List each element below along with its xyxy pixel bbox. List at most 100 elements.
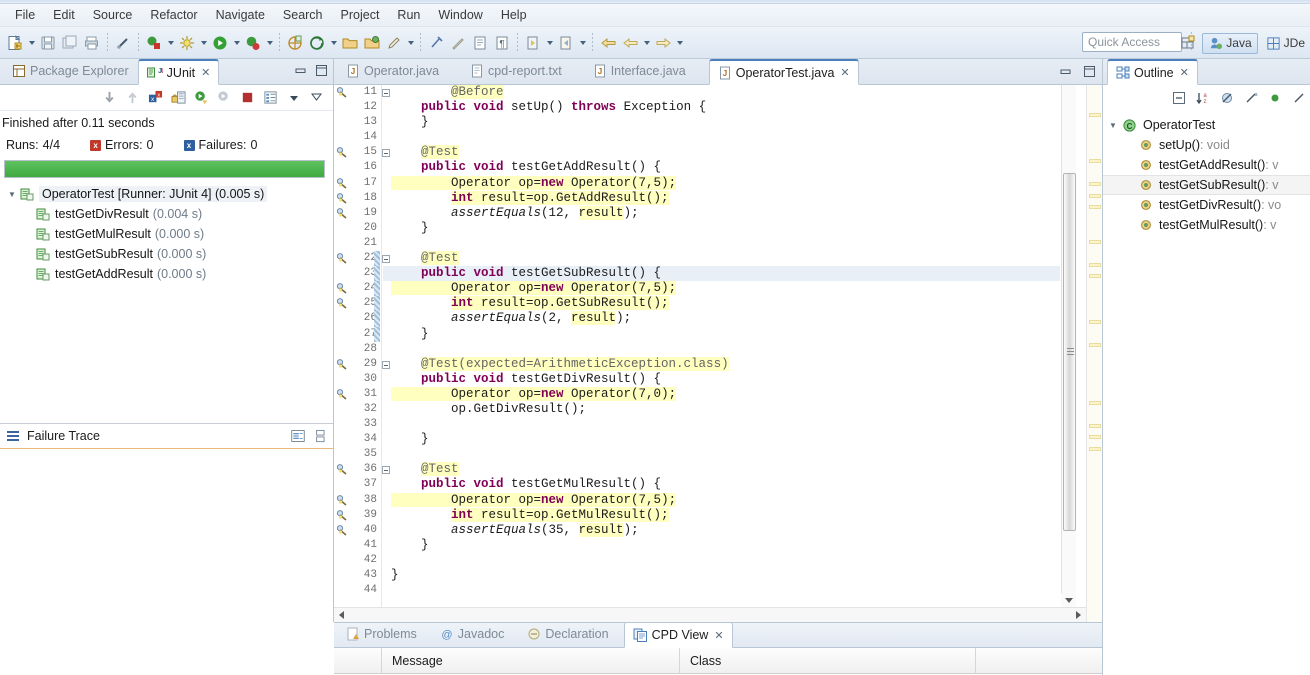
lock-scroll-icon[interactable]: [170, 89, 187, 106]
gutter-line-12[interactable]: 12: [334, 100, 381, 115]
sort-icon[interactable]: az: [1195, 91, 1210, 106]
menu-item-project[interactable]: Project: [332, 6, 389, 24]
coverage-icon[interactable]: [242, 31, 264, 55]
code-line-30[interactable]: public void testGetDivResult() {: [383, 372, 1060, 387]
next-annotation-icon[interactable]: [522, 31, 544, 55]
code-line-32[interactable]: op.GetDivResult();: [383, 402, 1060, 417]
code-line-20[interactable]: }: [383, 221, 1060, 236]
gutter-line-38[interactable]: 38: [334, 493, 381, 508]
gutter-line-23[interactable]: 23: [334, 266, 381, 282]
overview-ruler[interactable]: [1086, 85, 1102, 622]
menu-item-edit[interactable]: Edit: [44, 6, 84, 24]
compare-result-icon[interactable]: [311, 429, 325, 443]
overview-mark[interactable]: [1089, 343, 1101, 347]
gutter-line-44[interactable]: 44: [334, 583, 381, 598]
bookmark-icon[interactable]: [336, 177, 348, 189]
menu-item-search[interactable]: Search: [274, 6, 332, 24]
rerun-failed-icon[interactable]: [216, 89, 233, 106]
forward-icon[interactable]: [652, 31, 674, 55]
hide-nonpublic-icon[interactable]: [1267, 91, 1282, 106]
vertical-scrollbar[interactable]: [1061, 85, 1076, 607]
bottom-tab-declaration[interactable]: Declaration: [519, 621, 617, 647]
code-line-42[interactable]: [383, 553, 1060, 568]
back-alt-icon[interactable]: [619, 31, 641, 55]
minimize-menu-icon[interactable]: [308, 89, 325, 106]
gutter-line-42[interactable]: 42: [334, 553, 381, 568]
code-line-36[interactable]: @Test: [383, 462, 1060, 477]
scroll-right-button[interactable]: [1071, 608, 1086, 622]
overview-mark[interactable]: [1089, 239, 1101, 244]
next-failure-icon[interactable]: [101, 89, 118, 106]
gutter-line-32[interactable]: 32: [334, 402, 381, 417]
close-icon[interactable]: ✕: [840, 66, 849, 79]
link-icon[interactable]: [112, 31, 134, 55]
tab-package-explorer[interactable]: Package Explorer: [4, 58, 138, 84]
paragraph-icon[interactable]: ¶: [491, 31, 513, 55]
gutter-line-34[interactable]: 34: [334, 432, 381, 447]
bookmark-icon[interactable]: [336, 253, 348, 264]
outline-member-row[interactable]: testGetDivResult() : vo: [1103, 195, 1310, 215]
bookmark-icon[interactable]: [336, 388, 348, 400]
bottom-tab-cpd-view[interactable]: CPD View ✕: [623, 622, 733, 648]
code-line-19[interactable]: assertEquals(12, result);: [383, 205, 1060, 221]
previous-annotation-icon[interactable]: [555, 31, 577, 55]
note-icon[interactable]: [447, 31, 469, 55]
perspective-jdee-button[interactable]: JDe: [1261, 34, 1310, 53]
overview-mark[interactable]: [1089, 435, 1101, 439]
debug-dropdown[interactable]: [165, 31, 176, 55]
menu-item-file[interactable]: File: [6, 6, 44, 24]
bookmark-icon[interactable]: [336, 298, 348, 309]
gutter-line-35[interactable]: 35: [334, 447, 381, 462]
horizontal-scrollbar[interactable]: [334, 607, 1086, 622]
bookmark-icon[interactable]: [336, 494, 348, 506]
menu-item-refactor[interactable]: Refactor: [141, 6, 206, 24]
rerun-test-icon[interactable]: [193, 89, 210, 106]
outline-member-row[interactable]: testGetMulResult() : v: [1103, 215, 1310, 235]
menu-item-run[interactable]: Run: [388, 6, 429, 24]
gutter-line-27[interactable]: 27: [334, 326, 381, 342]
gutter-line-29[interactable]: 29: [334, 357, 390, 372]
gutter-line-11[interactable]: 11: [334, 85, 390, 100]
hide-fields-icon[interactable]: [1219, 91, 1234, 106]
minimize-icon[interactable]: [1058, 64, 1072, 78]
code-line-29[interactable]: @Test(expected=ArithmeticException.class…: [383, 356, 1060, 372]
gutter-line-39[interactable]: 39: [334, 508, 381, 523]
gutter-line-22[interactable]: 22: [334, 251, 390, 267]
gutter-line-24[interactable]: 24: [334, 281, 381, 297]
editor-tab-operatortest-java[interactable]: J OperatorTest.java ✕: [708, 59, 859, 85]
new-package-dropdown[interactable]: [328, 31, 339, 55]
overview-mark[interactable]: [1089, 205, 1101, 209]
coverage-dropdown[interactable]: [264, 31, 275, 55]
overview-mark[interactable]: [1089, 274, 1101, 278]
back-dropdown[interactable]: [641, 31, 652, 55]
tab-outline[interactable]: Outline ✕: [1107, 59, 1198, 85]
code-line-25[interactable]: int result=op.GetSubResult();: [383, 296, 1060, 311]
minimize-icon[interactable]: [293, 63, 307, 77]
outline-member-row[interactable]: testGetSubResult() : v: [1103, 175, 1310, 195]
editor-gutter[interactable]: 11 12 13 14 15 16 17 18 19 20 21 22 23 24 25 26 27 28 29 30…: [334, 85, 390, 622]
outline-member-row[interactable]: testGetAddResult() : v: [1103, 155, 1310, 175]
overview-mark[interactable]: [1089, 446, 1101, 451]
next-annotation-dropdown[interactable]: [544, 31, 555, 55]
gutter-line-26[interactable]: 26: [334, 311, 381, 327]
menu-item-help[interactable]: Help: [492, 6, 536, 24]
outline-member-row[interactable]: setUp() : void: [1103, 135, 1310, 155]
code-line-23[interactable]: public void testGetSubResult() {: [383, 266, 1060, 282]
editor-tab-cpd-report-txt[interactable]: cpd-report.txt: [462, 58, 571, 84]
search-icon[interactable]: [425, 31, 447, 55]
junit-test-row[interactable]: testGetAddResult (0.000 s): [0, 264, 333, 284]
gutter-line-21[interactable]: 21: [334, 236, 381, 251]
gutter-line-15[interactable]: 15: [334, 145, 390, 160]
code-line-37[interactable]: public void testGetMulResult() {: [383, 477, 1060, 492]
code-line-17[interactable]: Operator op=new Operator(7,5);: [383, 175, 1060, 191]
code-line-26[interactable]: assertEquals(2, result);: [383, 311, 1060, 326]
cpd-column-class[interactable]: Class: [680, 647, 976, 674]
stop-icon[interactable]: [239, 89, 256, 106]
pencil-dropdown[interactable]: [405, 31, 416, 55]
code-line-11[interactable]: @Before: [383, 85, 1060, 100]
gutter-line-30[interactable]: 30: [334, 372, 381, 387]
filter-stack-trace-icon[interactable]: [291, 429, 305, 443]
code-line-43[interactable]: }: [383, 568, 1060, 583]
bottom-tab-problems[interactable]: Problems: [338, 621, 426, 647]
code-line-38[interactable]: Operator op=new Operator(7,5);: [383, 492, 1060, 508]
